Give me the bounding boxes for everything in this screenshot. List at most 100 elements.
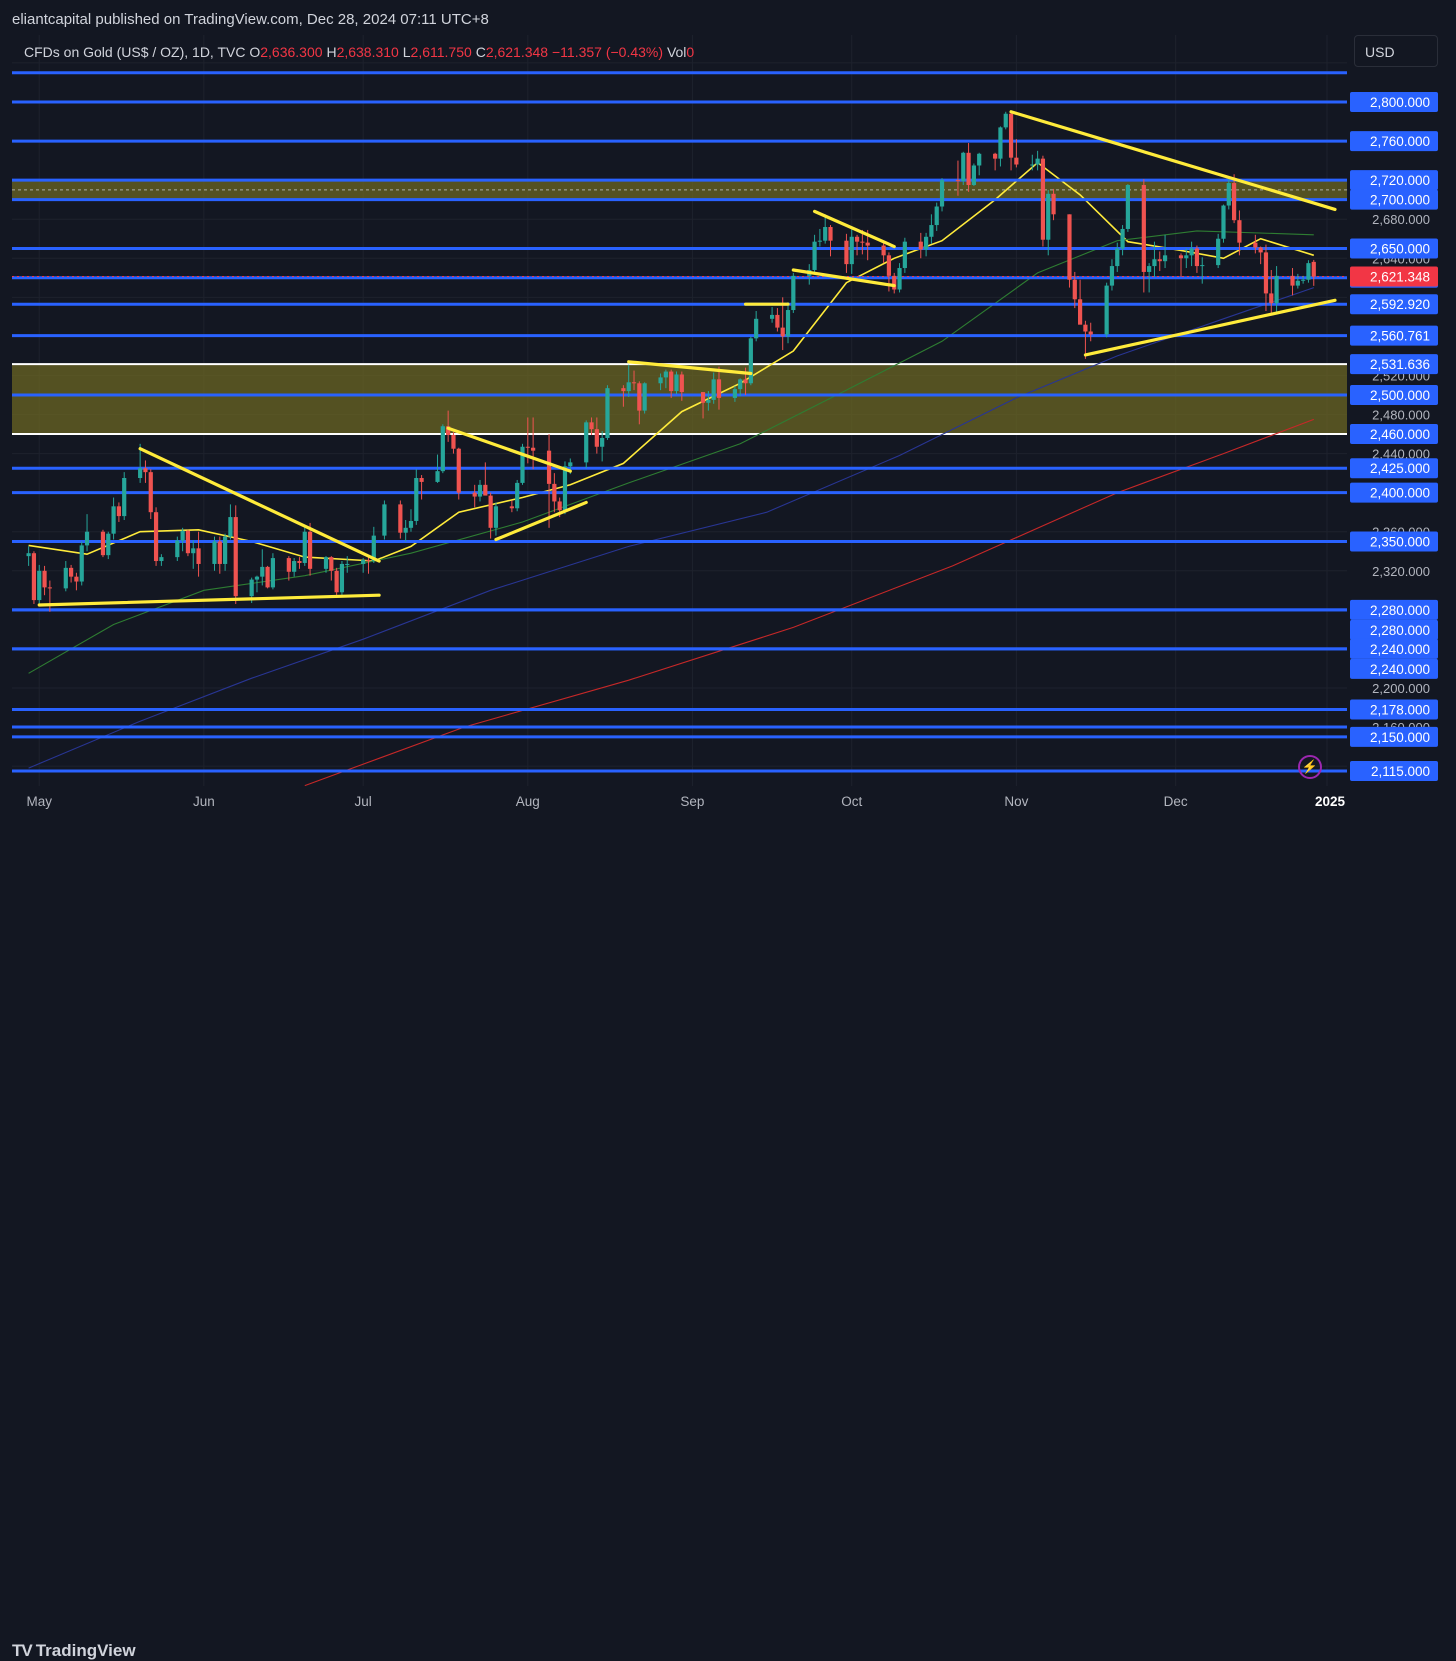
candle-body [493,506,499,528]
time-tick-label: Nov [1004,794,1028,809]
candle [440,424,445,474]
candle-body [631,382,637,384]
candle-body [1077,299,1083,325]
candle-body [74,576,79,582]
level-price-label: 2,178.000 [1370,702,1430,717]
candle-body [642,383,647,411]
time-axis: May Jun Jul Aug Sep Oct Nov Dec 2025 [0,786,1456,816]
time-tick-label: Dec [1164,794,1188,809]
symbol-legend: CFDs on Gold (US$ / OZ), 1D, TVC O2,636.… [24,44,694,60]
candle-body [748,338,753,384]
level-price-label: 2,500.000 [1370,388,1430,403]
level-price-label: 2,425.000 [1370,461,1430,476]
candle-body [477,484,483,497]
candle-body [509,506,514,509]
candle-body [791,275,796,311]
candle-body [955,180,961,182]
candle-body [265,566,270,588]
candle-body [605,388,610,438]
candle-body [658,377,663,384]
candle-body [100,531,106,556]
time-axis-background [0,786,1456,816]
candle-body [854,236,860,242]
candle-body [584,422,589,463]
price-tick-label: 2,320.000 [1372,564,1430,579]
candle-body [1189,248,1194,256]
candle-body [600,437,605,447]
candle [1003,111,1008,130]
candle [1216,233,1221,269]
candle-body [47,587,52,589]
candle-body [483,484,488,496]
candle-body [589,422,594,430]
last-price-label: 2,621.348 [1370,269,1430,284]
candle-body [1269,293,1274,304]
level-price-label: 2,800.000 [1370,95,1430,110]
time-tick-label: Jun [193,794,215,809]
candle-body [116,506,121,517]
price-axis: 2,200.0002,320.0002,360.0002,440.0002,48… [1347,35,1456,786]
candle-body [297,561,302,563]
candle-body [860,241,865,243]
candle-body [1226,183,1231,206]
candle-body [1258,247,1263,253]
candle [79,541,84,586]
level-price-label: 2,460.000 [1370,427,1430,442]
candle-body [966,152,971,186]
candle-body [669,371,674,392]
candle [456,447,461,500]
candle [185,529,191,557]
candle [902,237,907,273]
candle-body [488,495,493,528]
candle-body [1125,185,1130,229]
candle-body [249,579,254,597]
candle [961,151,966,186]
candle-body [228,517,233,537]
candle-body [1141,185,1146,272]
candle-body [196,548,201,564]
level-price-label: 2,150.000 [1370,730,1430,745]
time-tick-label: May [26,794,52,809]
candle-body [934,206,939,226]
candle-body [828,227,833,241]
volume-value: 0 [686,44,695,60]
candle [939,178,945,212]
candle-body [1274,275,1279,304]
candle-body [159,557,164,562]
candle-body [929,225,934,237]
high-value: 2,638.310 [336,44,399,60]
candle [791,272,796,313]
currency-button[interactable]: USD [1354,35,1438,67]
candle [1104,282,1109,338]
candle-body [1067,214,1072,280]
candle [1125,184,1130,232]
candle [382,500,387,540]
symbol-name[interactable]: CFDs on Gold (US$ / OZ), 1D, TVC [24,44,245,60]
lightning-icon[interactable]: ⚡ [1298,755,1322,779]
tradingview-logo[interactable]: TV TradingView [12,1641,136,1661]
candle-body [217,541,222,564]
price-tick-label: 2,200.000 [1372,681,1430,696]
footer: TV TradingView [0,815,1456,1660]
candle [334,567,339,596]
candle-body [769,314,775,319]
candle-body [823,227,828,241]
candle-body [881,245,886,256]
candle-body [472,492,477,497]
candle-body [111,506,116,534]
time-tick-label: Sep [680,794,704,809]
price-tick-label: 2,680.000 [1372,212,1430,227]
candle-body [562,466,568,511]
candle-body [223,536,228,564]
candle-body [812,241,817,270]
candle-body [716,379,722,398]
candle-body [1301,279,1306,281]
candle-body [817,240,822,242]
candle-body [961,152,966,182]
price-chart[interactable]: 2,200.0002,320.0002,360.0002,440.0002,48… [0,0,1456,857]
level-price-label: 2,760.000 [1370,134,1430,149]
candle-body [1030,164,1035,166]
candle-body [971,165,976,186]
candle [674,371,679,395]
candle [100,529,106,558]
